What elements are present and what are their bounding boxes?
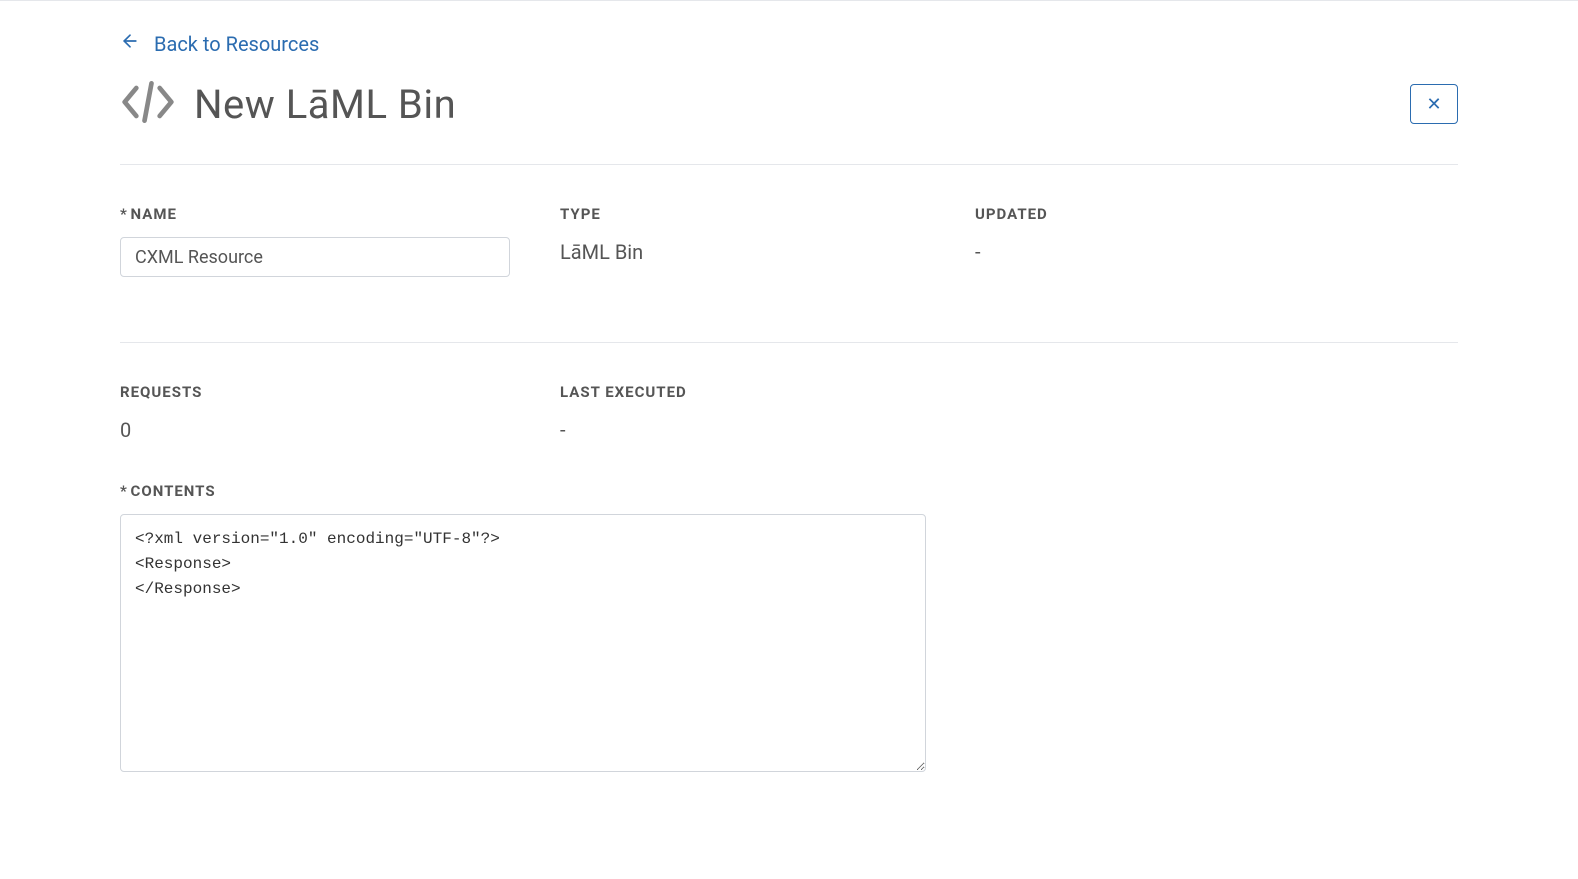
page-title: New LāML Bin xyxy=(194,81,456,128)
section-divider xyxy=(120,164,1458,165)
contents-label: Contents xyxy=(120,482,926,500)
name-label: Name xyxy=(120,205,535,223)
back-link-label: Back to Resources xyxy=(154,32,319,56)
type-label: Type xyxy=(560,205,950,223)
contents-textarea[interactable] xyxy=(120,514,926,772)
close-icon: ✕ xyxy=(1426,94,1441,115)
section-divider xyxy=(120,342,1458,343)
requests-label: Requests xyxy=(120,383,535,401)
updated-label: Updated xyxy=(975,205,1365,223)
close-button[interactable]: ✕ xyxy=(1410,84,1458,124)
updated-value: - xyxy=(975,240,1365,264)
name-input[interactable] xyxy=(120,237,510,277)
requests-value: 0 xyxy=(120,418,535,442)
arrow-left-icon xyxy=(120,31,140,56)
last-executed-value: - xyxy=(560,418,950,442)
back-to-resources-link[interactable]: Back to Resources xyxy=(120,31,319,56)
code-icon xyxy=(120,74,176,134)
last-executed-label: Last Executed xyxy=(560,383,950,401)
type-value: LāML Bin xyxy=(560,240,950,264)
